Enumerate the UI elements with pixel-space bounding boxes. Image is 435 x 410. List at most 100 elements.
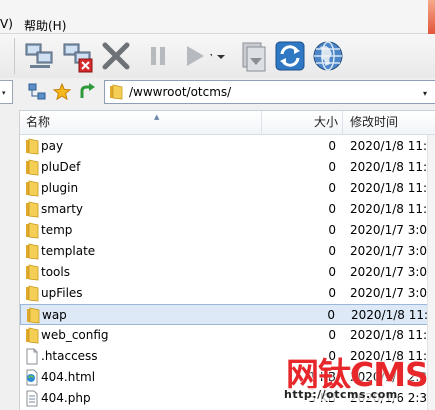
chevron-down-icon[interactable]: ▾: [423, 89, 427, 98]
view-toggle-button[interactable]: [28, 83, 46, 101]
refresh-icon: [275, 41, 305, 71]
file-modified: 2020/1/8 11:1: [350, 202, 435, 216]
html-file-icon: [25, 369, 39, 386]
file-row[interactable]: web_config 0 2020/1/8 11:1: [20, 325, 435, 346]
left-pane-edge: [0, 110, 20, 410]
favorites-button[interactable]: [53, 83, 71, 101]
tree-view-icon: [28, 83, 46, 100]
path-text: /wwwroot/otcms/: [129, 85, 232, 99]
toolbar: [0, 34, 435, 78]
window-frame-edge: [428, 0, 435, 34]
folder-icon: [25, 264, 39, 281]
file-row[interactable]: plugin 0 2020/1/8 11:1: [20, 178, 435, 199]
file-size: 0: [328, 286, 336, 300]
file-row[interactable]: template 0 2020/1/7 3:01: [20, 241, 435, 262]
file-name: pluDef: [41, 160, 81, 174]
file-size: 0: [328, 244, 336, 258]
pause-button[interactable]: [140, 38, 176, 74]
file-name: .htaccess: [41, 349, 98, 363]
globe-icon: [313, 41, 343, 71]
start-button[interactable]: [176, 38, 212, 74]
queue-icon: [242, 42, 266, 72]
folder-icon: [110, 84, 123, 100]
file-row[interactable]: temp 0 2020/1/7 3:01: [20, 220, 435, 241]
local-path-dropdown[interactable]: ▾: [0, 80, 13, 104]
file-row[interactable]: tools 0 2020/1/7 3:02: [20, 262, 435, 283]
browser-button[interactable]: [310, 38, 346, 74]
menu-item-view[interactable]: V): [0, 17, 13, 31]
folder-icon: [25, 180, 39, 197]
up-arrow-icon: [80, 83, 95, 98]
parent-folder-button[interactable]: [78, 83, 96, 101]
sort-ascending-icon: ▲: [154, 113, 160, 121]
file-name: template: [41, 244, 96, 258]
file-modified: 2020/1/8 11:1: [350, 328, 435, 342]
php-file-icon: [25, 390, 39, 407]
file-modified: 2020/1/8 11:1: [351, 308, 435, 322]
file-row[interactable]: smarty 0 2020/1/8 11:1: [20, 199, 435, 220]
file-size: 0: [327, 308, 335, 322]
file-name: web_config: [41, 328, 109, 342]
file-modified: 2020/1/7 3:02: [350, 265, 435, 279]
folder-icon: [25, 327, 39, 344]
toolbar-separator: [14, 38, 15, 74]
folder-icon: [25, 243, 39, 260]
folder-icon: [25, 285, 39, 302]
file-name: wap: [42, 308, 67, 322]
connect-button[interactable]: [22, 38, 58, 74]
file-size: 0: [328, 223, 336, 237]
file-name: pay: [41, 139, 64, 153]
file-row[interactable]: pluDef 0 2020/1/8 11:1: [20, 157, 435, 178]
path-input[interactable]: /wwwroot/otcms/ ▾: [104, 80, 435, 104]
file-modified: 2020/1/8 11:1: [350, 160, 435, 174]
pause-icon: [151, 47, 165, 65]
chevron-down-icon: ▾: [2, 89, 6, 97]
start-dropdown-button[interactable]: [216, 38, 226, 74]
file-size: 0: [328, 181, 336, 195]
menu-bar: V) 帮助(H): [0, 0, 435, 34]
file-size: 0: [328, 139, 336, 153]
column-header-modified[interactable]: 修改时间: [350, 111, 398, 134]
file-row[interactable]: pay 0 2020/1/8 11:1: [20, 136, 435, 157]
file-modified: 2020/1/8 11:1: [350, 139, 435, 153]
file-name: upFiles: [41, 286, 83, 300]
file-name: 404.php: [41, 391, 91, 405]
file-row[interactable]: wap 0 2020/1/8 11:1: [20, 304, 435, 325]
connect-icon: [25, 43, 53, 68]
file-row[interactable]: upFiles 0 2020/1/7 3:02: [20, 283, 435, 304]
file-name: 404.html: [41, 370, 96, 384]
folder-icon: [25, 201, 39, 218]
play-icon: [187, 46, 212, 66]
address-bar: ▾ /wwwroot/otcms/ ▾: [0, 78, 435, 106]
file-name: temp: [41, 223, 73, 237]
menu-item-help[interactable]: 帮助(H): [24, 17, 66, 34]
folder-icon: [26, 307, 40, 324]
file-size: 0: [328, 160, 336, 174]
column-divider[interactable]: [261, 111, 262, 134]
file-modified: 2020/1/7 3:02: [350, 286, 435, 300]
disconnect-icon: [63, 43, 93, 73]
stop-icon: [102, 42, 130, 70]
column-header-size[interactable]: 大小: [314, 111, 338, 134]
file-size: 0: [328, 202, 336, 216]
disconnect-button[interactable]: [60, 38, 96, 74]
file-modified: 2020/1/7 3:01: [350, 244, 435, 258]
file-size: 0: [328, 265, 336, 279]
file-name: plugin: [41, 181, 79, 195]
stop-button[interactable]: [98, 38, 134, 74]
column-header-name[interactable]: 名称: [26, 111, 50, 134]
folder-icon: [25, 159, 39, 176]
file-modified: 2020/1/8 11:1: [350, 181, 435, 195]
column-divider[interactable]: [342, 111, 343, 134]
file-modified: 2020/1/7 3:01: [350, 223, 435, 237]
file-icon: [25, 348, 39, 365]
vertical-scrollbar[interactable]: [427, 135, 435, 410]
refresh-button[interactable]: [272, 38, 308, 74]
file-name: tools: [41, 265, 70, 279]
queue-button[interactable]: [236, 38, 272, 74]
star-icon: [53, 83, 71, 101]
watermark-url: http://otcms.com: [284, 388, 398, 401]
folder-icon: [25, 222, 39, 239]
folder-icon: [25, 138, 39, 155]
file-size: 0: [328, 328, 336, 342]
